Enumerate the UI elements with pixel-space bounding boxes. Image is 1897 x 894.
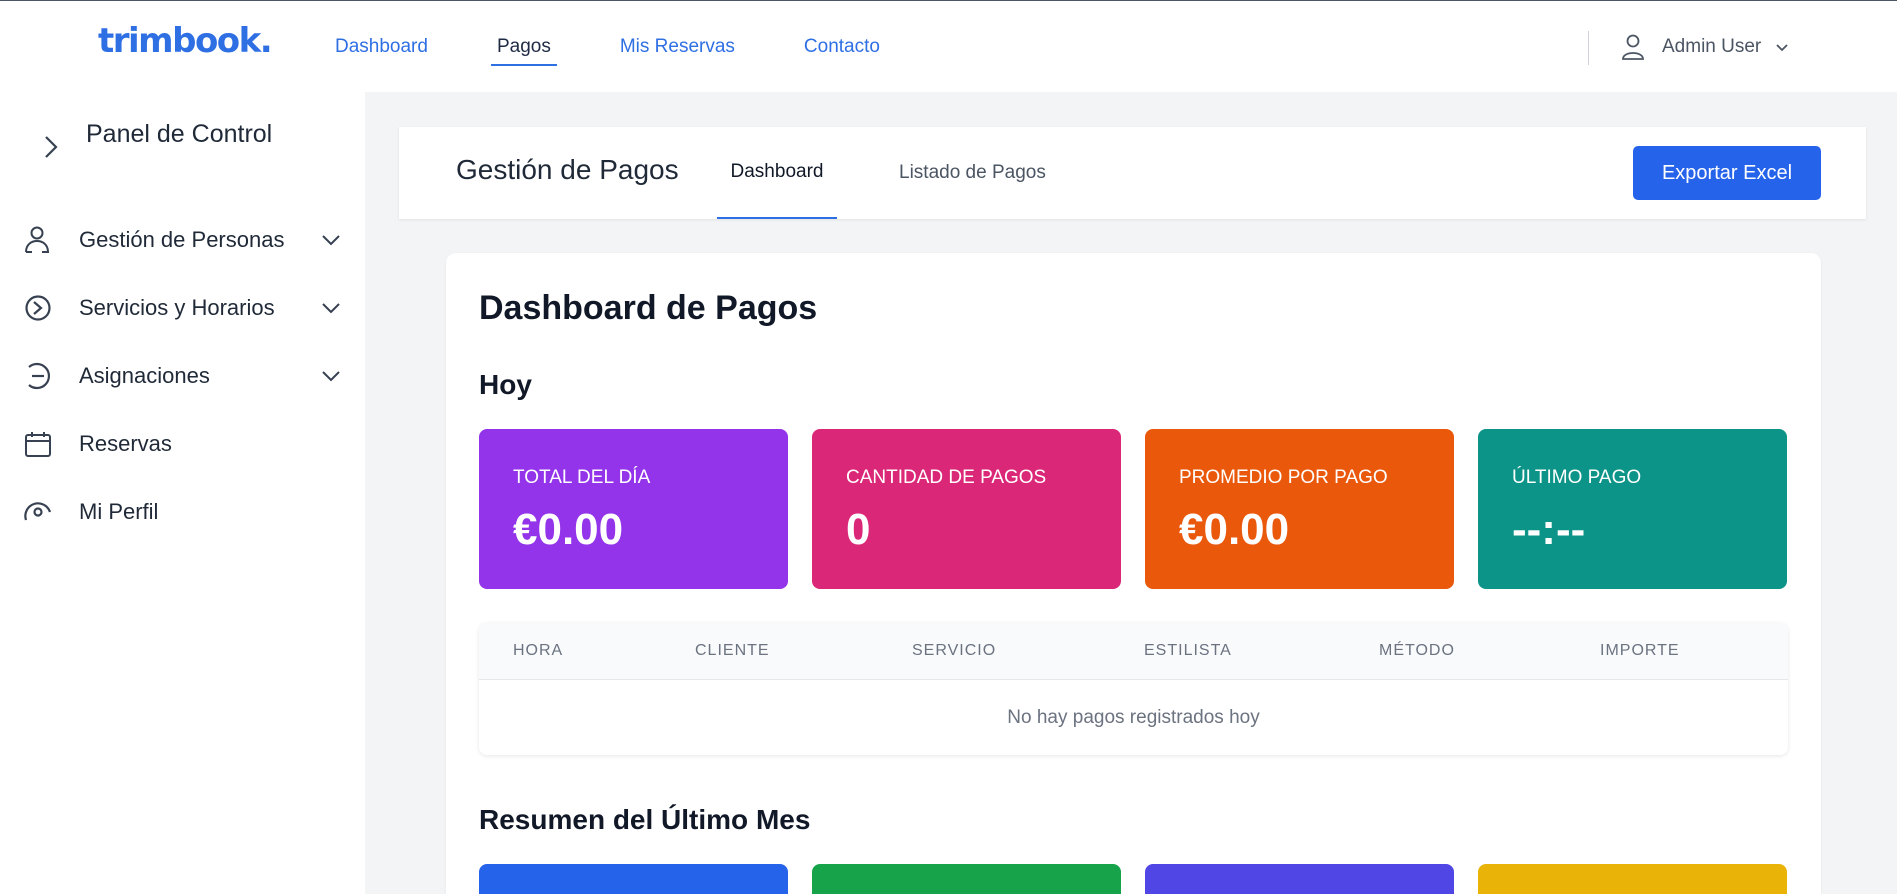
- sidebar-item-gestion-personas[interactable]: Gestión de Personas: [22, 218, 342, 262]
- user-name: Admin User: [1662, 36, 1762, 57]
- sidebar-item-asignaciones[interactable]: Asignaciones: [22, 354, 342, 398]
- page-title: Gestión de Pagos: [456, 154, 679, 185]
- page-header: Gestión de Pagos Dashboard Listado de Pa…: [399, 127, 1866, 219]
- sidebar-item-label: Asignaciones: [79, 363, 210, 388]
- nav-contacto[interactable]: Contacto: [798, 32, 886, 62]
- stat-card-total-dia: TOTAL DEL DÍA €0.00: [479, 429, 788, 589]
- nav-dashboard[interactable]: Dashboard: [329, 32, 434, 62]
- dashboard-title: Dashboard de Pagos: [479, 289, 818, 327]
- stat-card-promedio-pago: PROMEDIO POR PAGO €0.00: [1145, 429, 1454, 589]
- chevron-right-icon[interactable]: [40, 132, 62, 162]
- stat-card-cantidad-pagos: CANTIDAD DE PAGOS 0: [812, 429, 1121, 589]
- month-stat-card: [1145, 864, 1454, 894]
- column-cliente[interactable]: CLIENTE: [695, 642, 770, 660]
- table-header: HORA CLIENTE SERVICIO ESTILISTA MÉTODO I…: [479, 623, 1788, 680]
- section-title-month: Resumen del Último Mes: [479, 804, 811, 835]
- column-estilista[interactable]: ESTILISTA: [1144, 642, 1232, 660]
- sidebar-item-label: Mi Perfil: [79, 499, 159, 524]
- people-icon: [25, 226, 50, 253]
- tab-dashboard[interactable]: Dashboard: [717, 127, 837, 219]
- table-empty-message: No hay pagos registrados hoy: [1007, 706, 1260, 728]
- stat-label: ÚLTIMO PAGO: [1512, 467, 1642, 488]
- month-stat-card: [479, 864, 788, 894]
- sidebar-item-label: Servicios y Horarios: [79, 295, 275, 320]
- stat-label: PROMEDIO POR PAGO: [1179, 467, 1388, 488]
- sidebar-item-label: Reservas: [79, 431, 172, 456]
- month-stat-card: [1478, 864, 1787, 894]
- brand-logo[interactable]: trimbook.: [98, 21, 273, 61]
- stat-card-ultimo-pago: ÚLTIMO PAGO --:--: [1478, 429, 1787, 589]
- assign-icon: [28, 362, 51, 390]
- user-menu[interactable]: Admin User: [1620, 29, 1789, 65]
- column-servicio[interactable]: SERVICIO: [912, 642, 996, 660]
- user-divider: [1588, 31, 1589, 65]
- section-title-today: Hoy: [479, 369, 532, 400]
- sidebar-item-label: Gestión de Personas: [79, 227, 285, 252]
- stat-value: --:--: [1512, 505, 1586, 554]
- month-stat-card: [812, 864, 1121, 894]
- column-importe[interactable]: IMPORTE: [1600, 642, 1680, 660]
- nav-mis-reservas[interactable]: Mis Reservas: [614, 32, 741, 62]
- sidebar: Panel de Control Gestión de Personas Ser…: [0, 92, 365, 894]
- calendar-icon: [25, 432, 51, 457]
- sidebar-item-mi-perfil[interactable]: Mi Perfil: [22, 490, 342, 534]
- sidebar-title: Panel de Control: [86, 120, 273, 148]
- stat-value: 0: [846, 505, 871, 554]
- nav-pagos[interactable]: Pagos: [490, 32, 557, 66]
- stat-value: €0.00: [1179, 505, 1290, 554]
- payments-table: HORA CLIENTE SERVICIO ESTILISTA MÉTODO I…: [479, 623, 1788, 755]
- export-excel-button[interactable]: Exportar Excel: [1633, 146, 1821, 200]
- sidebar-item-reservas[interactable]: Reservas: [22, 422, 342, 466]
- stat-label: CANTIDAD DE PAGOS: [846, 467, 1047, 488]
- column-metodo[interactable]: MÉTODO: [1379, 642, 1455, 660]
- chevron-down-icon: [1776, 44, 1788, 52]
- top-navbar: trimbook. Dashboard Pagos Mis Reservas C…: [0, 0, 1897, 92]
- services-icon: [25, 295, 51, 321]
- stat-label: TOTAL DEL DÍA: [513, 467, 651, 488]
- main-nav: Dashboard Pagos Mis Reservas Contacto: [329, 1, 943, 93]
- chevron-down-icon: [322, 371, 340, 382]
- column-hora[interactable]: HORA: [513, 642, 563, 660]
- chevron-down-icon: [322, 303, 340, 314]
- sidebar-item-servicios-horarios[interactable]: Servicios y Horarios: [22, 286, 342, 330]
- payments-dashboard: Dashboard de Pagos Hoy TOTAL DEL DÍA €0.…: [446, 253, 1821, 894]
- tab-listado-pagos[interactable]: Listado de Pagos: [899, 127, 1046, 219]
- user-icon: [1622, 34, 1644, 60]
- profile-icon: [24, 502, 52, 521]
- stat-value: €0.00: [513, 505, 624, 554]
- chevron-down-icon: [322, 235, 340, 246]
